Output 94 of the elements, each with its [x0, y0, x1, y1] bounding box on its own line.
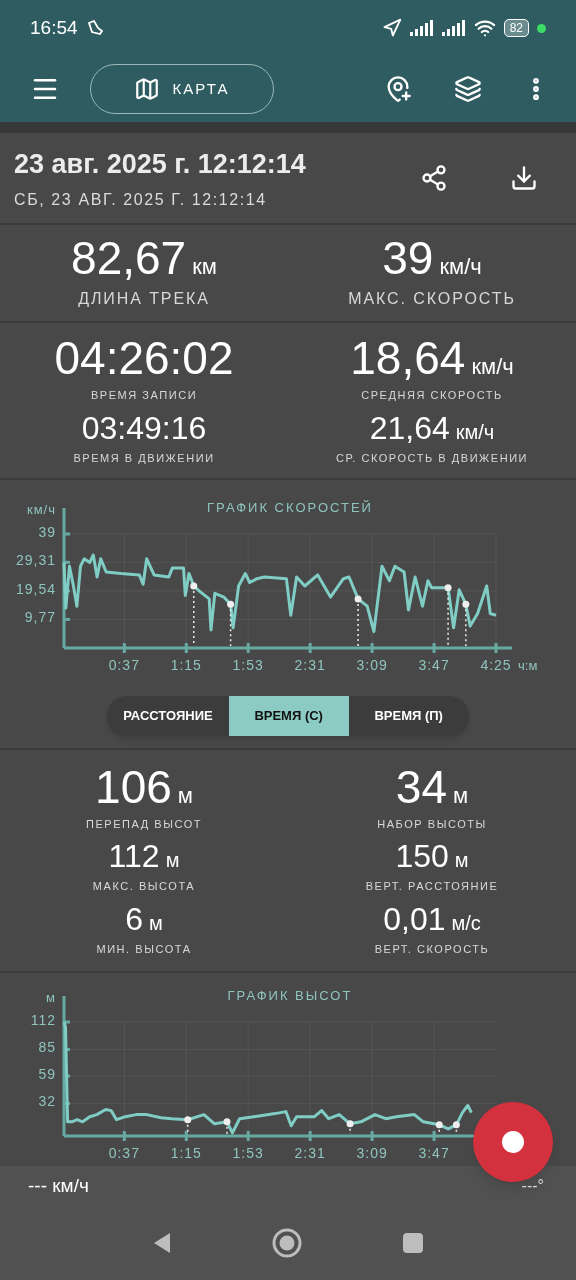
- download-icon[interactable]: [510, 164, 538, 192]
- share-icon[interactable]: [420, 164, 448, 192]
- x-tick-label: 1:15: [170, 1145, 202, 1161]
- y-tick-label: 112: [30, 1012, 56, 1028]
- y-tick-label: 32: [38, 1093, 56, 1110]
- stat-value: 04:26:02: [54, 335, 234, 381]
- y-tick-label: 19,54: [15, 580, 56, 597]
- stat-label: МАКС. СКОРОСТЬ: [348, 289, 516, 309]
- track-title: 23 авг. 2025 г. 12:12:14: [14, 147, 307, 181]
- stat-unit: м: [453, 784, 469, 807]
- map-icon: [134, 76, 161, 102]
- map-button[interactable]: КАРТА: [90, 64, 274, 114]
- recents-icon[interactable]: [402, 1232, 424, 1254]
- x-tick-label: 0:37: [108, 657, 140, 673]
- marker: [354, 595, 362, 647]
- x-tick-label: 1:53: [232, 657, 264, 673]
- stat-unit: м: [177, 784, 193, 807]
- y-tick-label: 59: [38, 1065, 56, 1082]
- y-tick-label: 85: [38, 1039, 56, 1056]
- stat-unit: м: [454, 850, 469, 871]
- marker: [435, 1121, 443, 1135]
- chart-title: ГРАФИК СКОРОСТЕЙ: [207, 500, 373, 515]
- signal-icon: [409, 20, 434, 36]
- point: [190, 582, 198, 590]
- marker: [184, 1116, 192, 1135]
- stat-value: 03:49:16: [81, 411, 207, 444]
- stat-unit: км/ч: [439, 256, 482, 278]
- location-icon: [381, 18, 402, 38]
- point: [462, 600, 470, 608]
- stat-value: 34: [395, 763, 447, 810]
- point: [444, 584, 452, 592]
- stat-value: 82,67: [71, 235, 187, 281]
- marker: [462, 600, 470, 647]
- status-time: 16:54: [30, 15, 78, 40]
- stat-label: МАКС. ВЫСОТА: [92, 879, 196, 895]
- stat-label: ДЛИНА ТРЕКА: [78, 289, 210, 309]
- stat-value: 106: [95, 763, 172, 810]
- stat-label: ВРЕМЯ ЗАПИСИ: [90, 388, 198, 403]
- marker: [452, 1121, 460, 1135]
- x-tick-label: 3:47: [418, 657, 450, 673]
- x-tick-label: 3:09: [356, 657, 388, 673]
- axis-mode-tab[interactable]: РАССТОЯНИЕ: [107, 696, 229, 736]
- record-icon: [502, 1131, 524, 1153]
- point: [227, 600, 235, 608]
- marker: [444, 584, 452, 647]
- stat-label: МИН. ВЫСОТА: [96, 941, 192, 957]
- stat-unit: м: [149, 912, 163, 933]
- home-icon[interactable]: [272, 1228, 302, 1258]
- stat-label: ВЕРТ. РАССТОЯНИЕ: [365, 879, 499, 895]
- x-tick-label: 1:53: [232, 1145, 264, 1161]
- y-axis-label: м: [46, 990, 56, 1005]
- signal-icon: [441, 20, 466, 36]
- stat-value: 6: [125, 902, 143, 935]
- marker: [227, 600, 235, 647]
- x-tick-label: 4:25: [480, 657, 512, 673]
- stat-value: 21,64: [369, 411, 450, 444]
- battery-indicator: 82: [503, 19, 529, 37]
- y-axis-label: км/ч: [27, 502, 56, 517]
- chart-title: ГРАФИК ВЫСОТ: [227, 988, 353, 1003]
- axis-mode-tab[interactable]: ВРЕМЯ (С): [228, 696, 349, 736]
- stat-label: НАБОР ВЫСОТЫ: [377, 816, 487, 832]
- stat-unit: км/ч: [455, 421, 495, 442]
- stat-value: 39: [382, 235, 434, 281]
- stat-label: СРЕДНЯЯ СКОРОСТЬ: [361, 388, 503, 403]
- x-tick-label: 0:37: [108, 1145, 140, 1161]
- stat-unit: м/с: [451, 912, 481, 933]
- heading-readout: ---°: [521, 1176, 544, 1196]
- track-subtitle: СБ, 23 АВГ. 2025 Г. 12:12:14: [14, 190, 268, 211]
- stat-label: ПЕРЕПАД ВЫСОТ: [85, 816, 203, 832]
- current-speed: --- км/ч: [28, 1173, 89, 1198]
- stat-value: 0,01: [383, 902, 446, 935]
- x-tick-label: 1:15: [170, 657, 202, 673]
- marker: [223, 1118, 231, 1135]
- stat-unit: км: [192, 256, 217, 278]
- back-icon[interactable]: [152, 1231, 172, 1255]
- stat-label: СР. СКОРОСТЬ В ДВИЖЕНИИ: [335, 450, 529, 466]
- x-tick-label: 3:09: [356, 1145, 388, 1161]
- point: [354, 595, 362, 603]
- stat-value: 150: [395, 840, 449, 873]
- y-tick-label: 9,77: [24, 609, 56, 626]
- y-tick-label: 29,31: [15, 552, 56, 569]
- x-tick-label: 2:31: [294, 1145, 326, 1161]
- x-axis-label: ч:м: [518, 658, 538, 673]
- x-tick-label: 2:31: [294, 657, 326, 673]
- axis-mode-tab[interactable]: ВРЕМЯ (П): [348, 696, 469, 736]
- x-tick-label: 3:47: [418, 1145, 450, 1161]
- stat-label: ВЕРТ. СКОРОСТЬ: [374, 941, 490, 957]
- layers-icon[interactable]: [454, 75, 482, 103]
- stat-value: 18,64: [350, 335, 466, 381]
- stat-value: 112: [108, 840, 160, 873]
- stat-label: ВРЕМЯ В ДВИЖЕНИИ: [73, 450, 215, 466]
- stat-unit: м: [165, 850, 180, 871]
- y-tick-label: 39: [38, 524, 56, 540]
- stat-unit: км/ч: [471, 356, 514, 378]
